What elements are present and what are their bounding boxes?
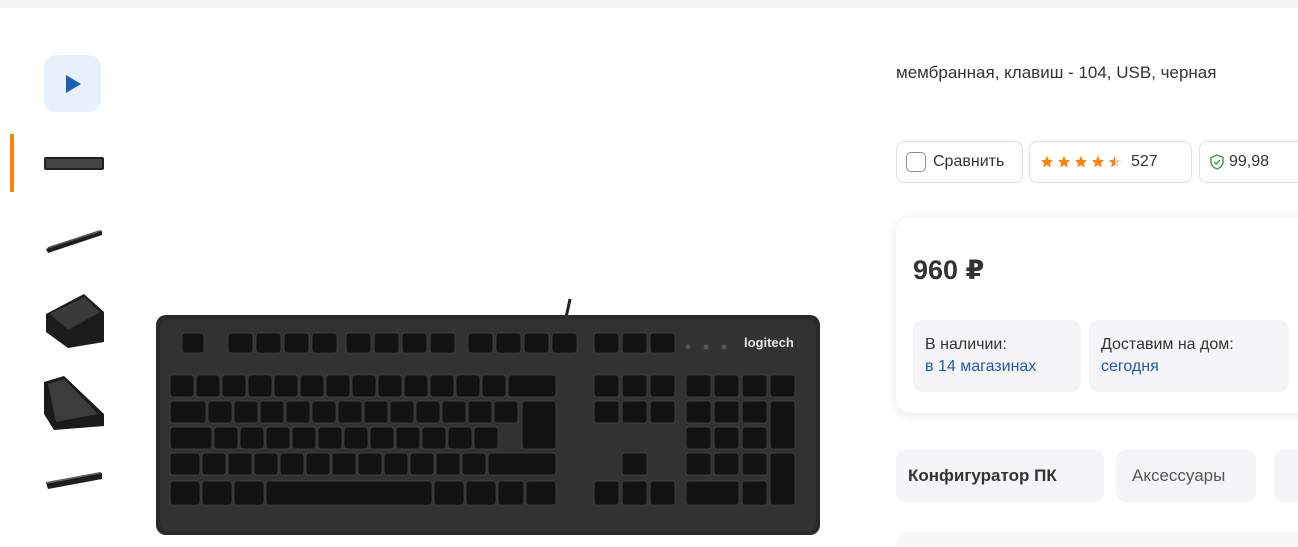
delivery-link[interactable]: сегодня [1101, 356, 1289, 378]
tab-accessories[interactable]: Аксессуары [1116, 450, 1256, 502]
compare-button[interactable]: Сравнить [896, 141, 1023, 183]
reliability-value: 99,98 [1229, 153, 1270, 170]
bottom-card [896, 532, 1298, 547]
delivery-box[interactable]: Доставим на дом: сегодня [1089, 320, 1289, 392]
star-icon [1040, 155, 1054, 168]
reliability-badge[interactable]: 99,98 [1199, 141, 1298, 183]
compare-checkbox[interactable] [906, 152, 926, 172]
rating-stars [1040, 155, 1125, 169]
price-card: 960 ₽ В наличии: в 14 магазинах Доставим… [896, 217, 1298, 413]
thumbnail-keyboard-side[interactable] [44, 210, 104, 270]
compare-label: Сравнить [933, 153, 1005, 170]
star-icon [1108, 155, 1122, 168]
rating-count: 527 [1131, 153, 1158, 170]
gallery-thumbnails [0, 40, 120, 547]
active-thumbnail-indicator [10, 134, 14, 192]
tab-pc-configurator[interactable]: Конфигуратор ПК [896, 450, 1104, 502]
keyboard-brand-logo: logitech [744, 335, 794, 350]
shield-check-icon [1210, 154, 1224, 170]
availability-box[interactable]: В наличии: в 14 магазинах [913, 320, 1081, 392]
product-info-panel: мембранная, клавиш - 104, USB, черная Ср… [896, 0, 1298, 547]
star-icon [1074, 155, 1088, 168]
availability-link[interactable]: в 14 магазинах [925, 356, 1081, 378]
video-play-button[interactable] [44, 55, 101, 112]
product-description: мембранная, клавиш - 104, USB, черная [896, 63, 1217, 82]
star-icon [1091, 155, 1105, 168]
star-icon [1057, 155, 1071, 168]
product-main-image[interactable]: logitech [150, 295, 825, 547]
thumbnail-keyboard-top[interactable] [44, 133, 104, 193]
tab-more[interactable] [1274, 450, 1298, 502]
availability-label: В наличии: [925, 336, 1007, 353]
play-icon [65, 74, 81, 93]
price: 960 ₽ [913, 255, 985, 285]
delivery-label: Доставим на дом: [1101, 336, 1234, 353]
rating-button[interactable]: 527 [1029, 141, 1192, 183]
thumbnail-keyboard-angle[interactable] [44, 290, 104, 350]
thumbnail-keyboard-angle-left[interactable] [44, 372, 104, 432]
thumbnail-keyboard-profile[interactable] [44, 448, 104, 508]
